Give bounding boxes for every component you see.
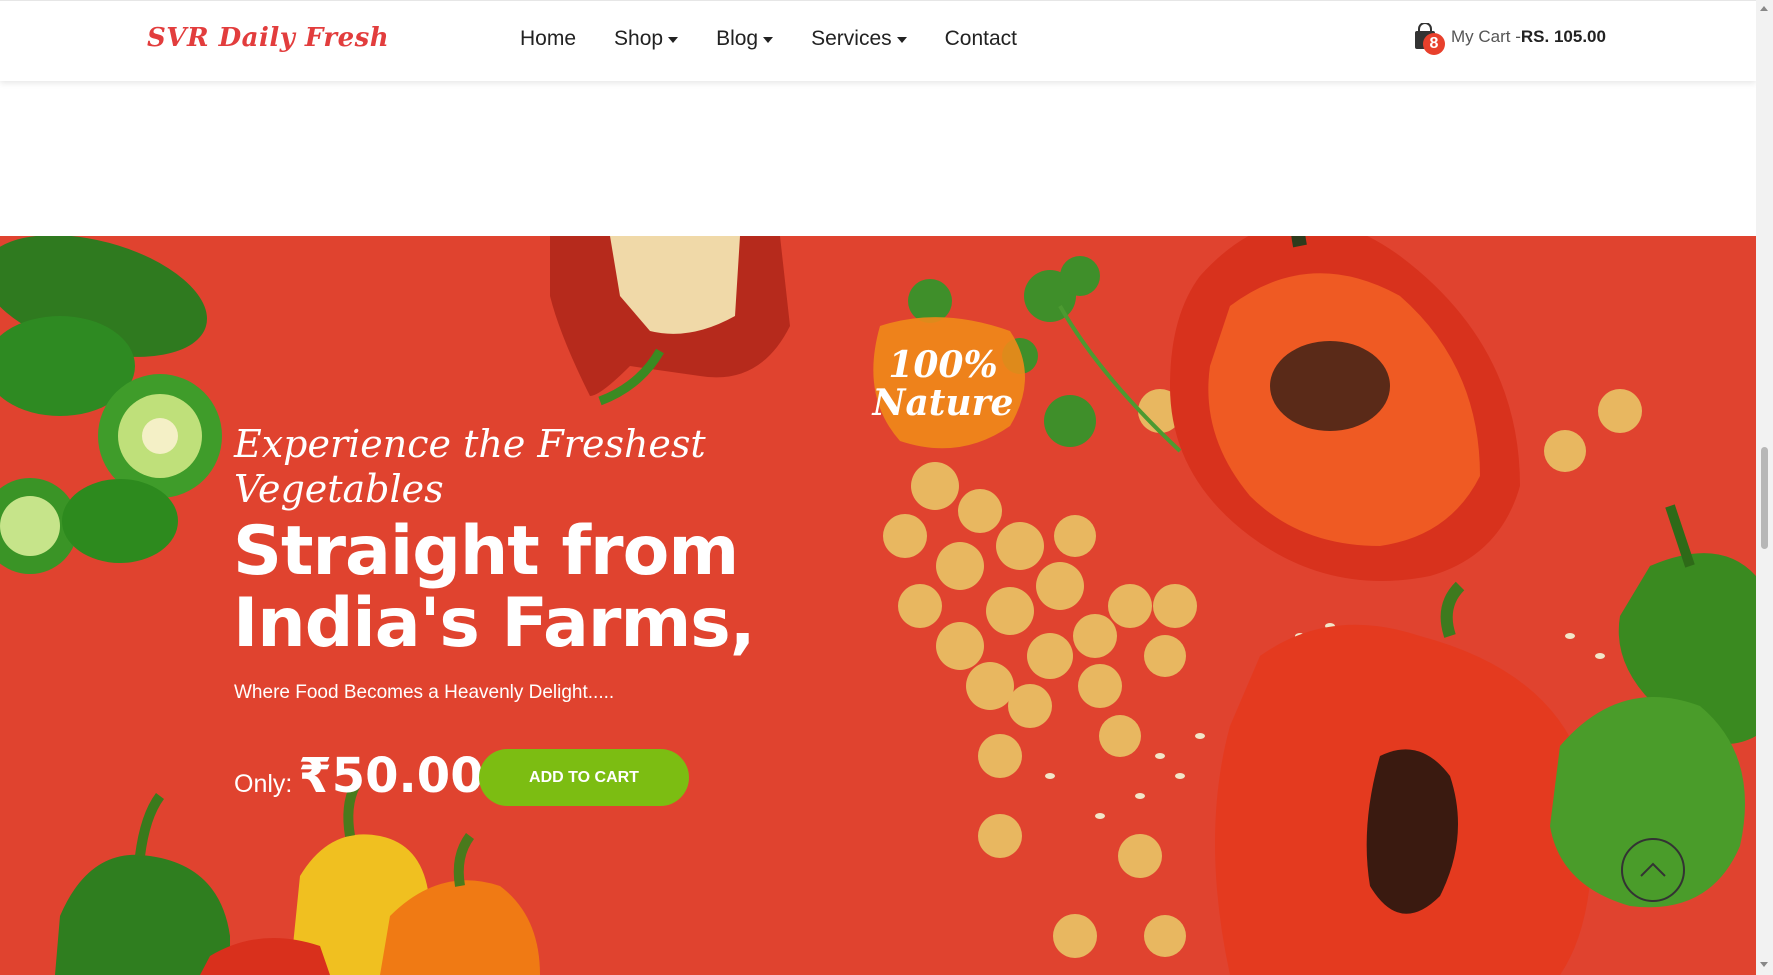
nav-item-label: Shop bbox=[614, 27, 664, 50]
cart-count-badge: 8 bbox=[1423, 33, 1445, 55]
nav-item-contact[interactable]: Contact bbox=[945, 27, 1017, 51]
hero-title-line1: Straight from bbox=[233, 512, 739, 591]
price-block: Only: ₹50.00 bbox=[234, 748, 484, 804]
cart-total: RS. 105.00 bbox=[1520, 27, 1606, 46]
hero-tagline: Where Food Becomes a Heavenly Delight...… bbox=[234, 682, 615, 703]
site-header: SVR Daily Fresh Home Shop Blog Services … bbox=[0, 0, 1756, 81]
hero-subtitle: Experience the Freshest Vegetables bbox=[234, 422, 706, 511]
hero-banner: 100% Nature Experience the Freshest Vege… bbox=[0, 236, 1756, 975]
caret-down-icon bbox=[668, 37, 679, 43]
badge-percent: 100% bbox=[888, 344, 998, 386]
scrollbar-thumb[interactable] bbox=[1761, 447, 1768, 549]
hero-title: Straight from India's Farms, bbox=[233, 516, 793, 660]
caret-down-icon bbox=[896, 37, 907, 43]
scroll-to-top-button[interactable] bbox=[1621, 838, 1685, 902]
page-scrollbar[interactable] bbox=[1756, 0, 1773, 975]
nature-badge: 100% Nature bbox=[868, 346, 1018, 422]
mini-cart[interactable]: 8 My Cart - RS. 105.00 bbox=[1413, 22, 1606, 55]
add-to-cart-button[interactable]: ADD TO CART bbox=[479, 749, 689, 806]
nav-item-shop[interactable]: Shop bbox=[614, 27, 679, 51]
nav-item-label: Home bbox=[520, 27, 577, 50]
price-label: Only: bbox=[234, 770, 293, 798]
site-logo[interactable]: SVR Daily Fresh bbox=[147, 23, 389, 53]
nav-item-label: Services bbox=[811, 27, 892, 50]
main-nav: Home Shop Blog Services Contact bbox=[520, 27, 1055, 51]
price-value: ₹50.00 bbox=[298, 748, 484, 804]
cart-label: My Cart - bbox=[1451, 27, 1521, 46]
chevron-up-icon bbox=[1640, 862, 1666, 877]
nav-item-blog[interactable]: Blog bbox=[716, 27, 774, 51]
nav-item-home[interactable]: Home bbox=[520, 27, 576, 51]
nav-item-services[interactable]: Services bbox=[811, 27, 907, 51]
caret-down-icon bbox=[763, 37, 774, 43]
hero-title-line2: India's Farms, bbox=[233, 584, 756, 663]
badge-word: Nature bbox=[872, 382, 1014, 424]
scroll-down-arrow-icon[interactable] bbox=[1760, 962, 1768, 967]
page: SVR Daily Fresh Home Shop Blog Services … bbox=[0, 0, 1773, 975]
scroll-up-arrow-icon[interactable] bbox=[1760, 6, 1768, 11]
shopping-bag-icon: 8 bbox=[1413, 22, 1445, 55]
nav-item-label: Contact bbox=[944, 27, 1018, 50]
nav-item-label: Blog bbox=[716, 27, 759, 50]
